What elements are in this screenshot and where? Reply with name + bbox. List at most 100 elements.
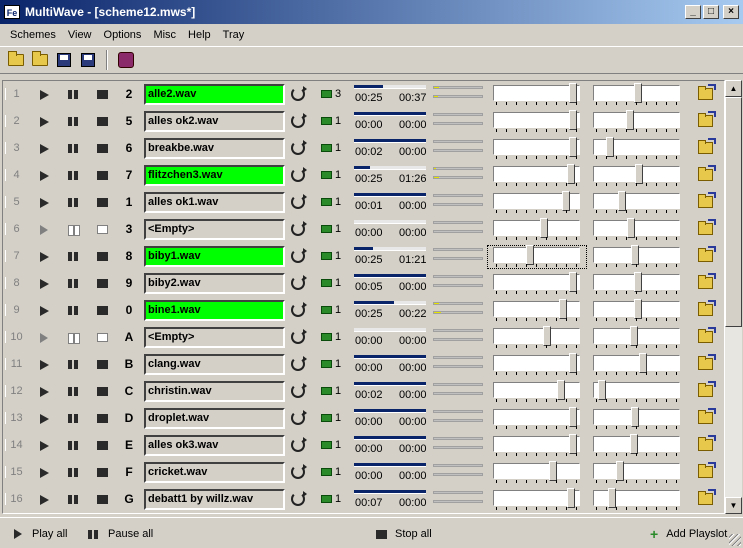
pan-slider[interactable] bbox=[593, 353, 680, 373]
pan-thumb[interactable] bbox=[629, 326, 638, 346]
open-file-icon[interactable] bbox=[698, 462, 716, 478]
progress-bar[interactable] bbox=[354, 436, 426, 440]
loop-icon[interactable] bbox=[291, 140, 307, 155]
pan-slider[interactable] bbox=[593, 245, 680, 265]
loop-icon[interactable] bbox=[291, 329, 307, 344]
play-icon[interactable] bbox=[40, 306, 49, 316]
pause-icon[interactable] bbox=[68, 90, 80, 99]
stop-icon[interactable] bbox=[97, 468, 108, 477]
open-file-icon[interactable] bbox=[698, 354, 716, 370]
play-icon[interactable] bbox=[40, 279, 49, 289]
pan-slider[interactable] bbox=[593, 380, 680, 400]
file-name-field[interactable]: bine1.wav bbox=[144, 300, 285, 321]
volume-thumb[interactable] bbox=[557, 380, 566, 400]
file-name-field[interactable]: <Empty> bbox=[144, 327, 285, 348]
play-icon[interactable] bbox=[40, 387, 49, 397]
file-name-field[interactable]: alles ok1.wav bbox=[144, 192, 285, 213]
scroll-up-button[interactable]: ▲ bbox=[725, 80, 742, 97]
pause-icon[interactable] bbox=[68, 279, 80, 288]
stop-icon[interactable] bbox=[97, 495, 108, 504]
pan-thumb[interactable] bbox=[617, 191, 626, 211]
loop-icon[interactable] bbox=[291, 302, 307, 317]
progress-bar[interactable] bbox=[354, 247, 426, 251]
pan-slider[interactable] bbox=[593, 164, 680, 184]
file-name-field[interactable]: cricket.wav bbox=[144, 462, 285, 483]
pan-slider[interactable] bbox=[593, 272, 680, 292]
pause-icon[interactable] bbox=[68, 495, 80, 504]
volume-thumb[interactable] bbox=[569, 110, 578, 130]
play-icon[interactable] bbox=[40, 414, 49, 424]
volume-thumb[interactable] bbox=[569, 434, 578, 454]
progress-bar[interactable] bbox=[354, 328, 426, 332]
file-name-field[interactable]: alles ok2.wav bbox=[144, 111, 285, 132]
volume-slider[interactable] bbox=[493, 218, 580, 238]
loop-icon[interactable] bbox=[291, 113, 307, 128]
stop-icon[interactable] bbox=[97, 441, 108, 450]
open-file-icon[interactable] bbox=[698, 192, 716, 208]
loop-icon[interactable] bbox=[291, 86, 307, 101]
loop-icon[interactable] bbox=[291, 194, 307, 209]
output-device-icon[interactable] bbox=[321, 117, 332, 125]
pan-slider[interactable] bbox=[593, 137, 680, 157]
open-file-icon[interactable] bbox=[698, 327, 716, 343]
progress-bar[interactable] bbox=[354, 355, 426, 359]
output-device-icon[interactable] bbox=[321, 144, 332, 152]
output-device-icon[interactable] bbox=[321, 360, 332, 368]
progress-bar[interactable] bbox=[354, 193, 426, 197]
menu-schemes[interactable]: Schemes bbox=[4, 29, 62, 41]
pan-thumb[interactable] bbox=[629, 434, 638, 454]
volume-slider[interactable] bbox=[493, 326, 580, 346]
volume-thumb[interactable] bbox=[539, 218, 548, 238]
pan-slider[interactable] bbox=[593, 461, 680, 481]
pan-slider[interactable] bbox=[593, 191, 680, 211]
volume-slider[interactable] bbox=[493, 137, 580, 157]
output-device-icon[interactable] bbox=[321, 495, 332, 503]
file-name-field[interactable]: biby1.wav bbox=[144, 246, 285, 267]
stop-icon[interactable] bbox=[97, 252, 108, 261]
stop-icon[interactable] bbox=[97, 387, 108, 396]
volume-slider[interactable] bbox=[493, 434, 580, 454]
play-icon[interactable] bbox=[40, 252, 49, 262]
play-icon[interactable] bbox=[40, 117, 49, 127]
loop-icon[interactable] bbox=[291, 410, 307, 425]
pan-thumb[interactable] bbox=[633, 299, 642, 319]
volume-slider[interactable] bbox=[493, 110, 580, 130]
stop-icon[interactable] bbox=[97, 90, 108, 99]
pause-icon[interactable] bbox=[68, 360, 80, 369]
open-file-icon[interactable] bbox=[698, 408, 716, 424]
pause-icon[interactable] bbox=[68, 414, 80, 423]
play-icon[interactable] bbox=[40, 144, 49, 154]
progress-bar[interactable] bbox=[354, 139, 426, 143]
loop-icon[interactable] bbox=[291, 356, 307, 371]
menu-options[interactable]: Options bbox=[98, 29, 148, 41]
stop-icon[interactable] bbox=[97, 333, 108, 342]
volume-thumb[interactable] bbox=[569, 83, 578, 103]
open-file-icon[interactable] bbox=[698, 300, 716, 316]
loop-icon[interactable] bbox=[291, 437, 307, 452]
pan-thumb[interactable] bbox=[633, 83, 642, 103]
pan-slider[interactable] bbox=[593, 83, 680, 103]
open-file-icon[interactable] bbox=[698, 273, 716, 289]
volume-thumb[interactable] bbox=[542, 326, 551, 346]
output-device-icon[interactable] bbox=[321, 171, 332, 179]
file-name-field[interactable]: clang.wav bbox=[144, 354, 285, 375]
open-file-icon[interactable] bbox=[698, 435, 716, 451]
pause-icon[interactable] bbox=[68, 225, 80, 236]
vertical-scrollbar[interactable]: ▲ ▼ bbox=[725, 80, 742, 514]
pan-thumb[interactable] bbox=[597, 380, 606, 400]
add-playslot-button[interactable]: + Add Playslot bbox=[650, 527, 727, 541]
loop-icon[interactable] bbox=[291, 167, 307, 182]
file-name-field[interactable]: <Empty> bbox=[144, 219, 285, 240]
stop-icon[interactable] bbox=[97, 198, 108, 207]
stop-icon[interactable] bbox=[97, 171, 108, 180]
progress-bar[interactable] bbox=[354, 85, 426, 89]
loop-icon[interactable] bbox=[291, 491, 307, 506]
volume-thumb[interactable] bbox=[525, 245, 534, 265]
pan-thumb[interactable] bbox=[608, 488, 617, 508]
file-name-field[interactable]: alle2.wav bbox=[144, 84, 285, 105]
close-button[interactable]: × bbox=[723, 5, 739, 19]
play-all-button[interactable]: Play all bbox=[14, 528, 67, 540]
volume-slider[interactable] bbox=[493, 83, 580, 103]
play-icon[interactable] bbox=[40, 171, 49, 181]
pan-thumb[interactable] bbox=[627, 218, 636, 238]
